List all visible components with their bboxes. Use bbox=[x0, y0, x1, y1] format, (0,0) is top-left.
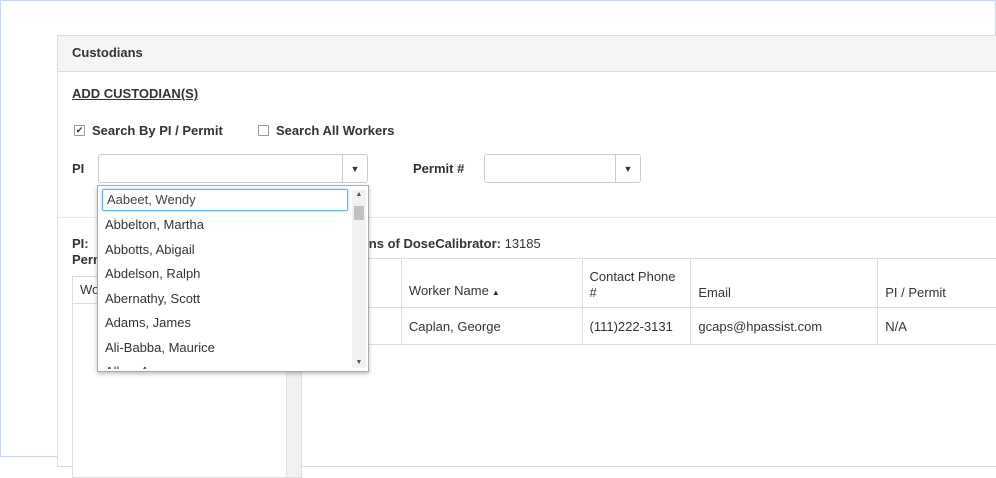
email-header[interactable]: Email bbox=[690, 258, 879, 308]
sort-asc-icon: ▲ bbox=[491, 288, 500, 297]
pi-select[interactable]: ▼ bbox=[98, 154, 368, 183]
panel-title: Custodians bbox=[72, 45, 143, 60]
pi-dropdown[interactable]: Aabeet, Wendy Abbelton, Martha Abbotts, … bbox=[97, 185, 369, 372]
caret-down-icon[interactable]: ▼ bbox=[342, 155, 367, 182]
panel-heading: Custodians bbox=[58, 36, 996, 72]
pi-label: PI bbox=[72, 161, 85, 176]
search-all-workers-option[interactable]: Search All Workers bbox=[258, 123, 395, 138]
worker-name-header[interactable]: Worker Name ▲ bbox=[400, 258, 583, 308]
checkbox-unchecked-icon[interactable] bbox=[258, 125, 269, 136]
search-by-pi-label: Search By PI / Permit bbox=[92, 123, 223, 138]
list-item[interactable]: Abbotts, Abigail bbox=[98, 238, 350, 263]
table-header-row: Worker Name ▲ Contact Phone # Email PI / … bbox=[329, 258, 996, 308]
worker-name-header-label: Worker Name bbox=[408, 283, 489, 298]
permit-select[interactable]: ▼ bbox=[484, 154, 641, 183]
list-item[interactable]: Abdelson, Ralph bbox=[98, 262, 350, 287]
checkbox-checked-icon[interactable]: ✔ bbox=[74, 125, 85, 136]
add-custodians-link[interactable]: ADD CUSTODIAN(S) bbox=[72, 86, 198, 101]
pi-permit-cell: N/A bbox=[877, 307, 996, 345]
custodians-title-prefix: dians of DoseCalibrator: bbox=[350, 236, 501, 251]
list-item[interactable]: Adams, James bbox=[98, 311, 350, 336]
email-cell: gcaps@hpassist.com bbox=[690, 307, 879, 345]
search-all-label: Search All Workers bbox=[276, 123, 395, 138]
scrollbar-thumb[interactable] bbox=[354, 206, 364, 220]
permit-label: Permit # bbox=[413, 161, 465, 176]
pi-permit-header[interactable]: PI / Permit bbox=[877, 258, 996, 308]
list-item[interactable]: Abbelton, Martha bbox=[98, 213, 350, 238]
custodians-title-value: 13185 bbox=[504, 236, 541, 251]
phone-header[interactable]: Contact Phone # bbox=[581, 258, 692, 308]
custodians-title: dians of DoseCalibrator: 13185 bbox=[350, 236, 541, 251]
scroll-up-icon[interactable]: ▲ bbox=[352, 191, 366, 198]
worker-name-cell: Caplan, George bbox=[401, 307, 583, 345]
dropdown-search-input[interactable]: Aabeet, Wendy bbox=[102, 189, 348, 211]
custodians-table: Worker Name ▲ Contact Phone # Email PI / … bbox=[329, 258, 996, 345]
phone-cell: (111)222-3131 bbox=[582, 307, 692, 345]
dropdown-list: Abbelton, Martha Abbotts, Abigail Abdels… bbox=[98, 213, 350, 369]
search-by-pi-option[interactable]: ✔ Search By PI / Permit bbox=[74, 123, 223, 138]
list-item[interactable]: Allen, Ann bbox=[98, 360, 350, 369]
caret-down-icon[interactable]: ▼ bbox=[615, 155, 640, 182]
dropdown-scrollbar[interactable]: ▲ ▼ bbox=[352, 190, 366, 368]
scroll-down-icon[interactable]: ▼ bbox=[352, 359, 366, 366]
custodians-grid-area: Worker Name ▲ Contact Phone # Email PI / … bbox=[301, 258, 996, 468]
list-item[interactable]: Ali-Babba, Maurice bbox=[98, 336, 350, 361]
table-row: ch Caplan, George (111)222-3131 gcaps@hp… bbox=[329, 307, 996, 345]
list-item[interactable]: Abernathy, Scott bbox=[98, 287, 350, 312]
